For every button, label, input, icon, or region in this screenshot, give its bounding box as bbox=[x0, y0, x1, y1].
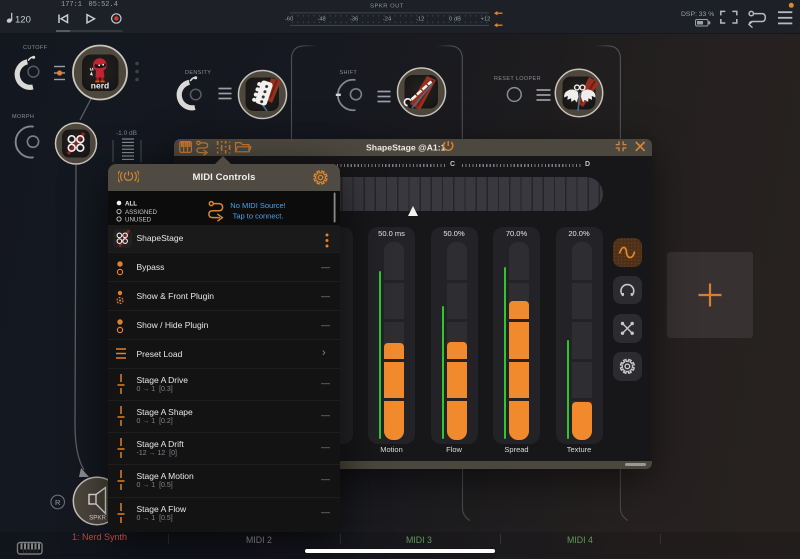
svg-text:Tap to connect.: Tap to connect. bbox=[233, 211, 284, 220]
svg-text:-36: -36 bbox=[350, 17, 358, 23]
svg-text:120: 120 bbox=[15, 15, 31, 26]
svg-text:-12: -12 bbox=[416, 17, 424, 23]
svg-text:SPKR OUT: SPKR OUT bbox=[370, 4, 404, 10]
svg-text:ASSIGNED: ASSIGNED bbox=[125, 209, 158, 216]
svg-text:No MIDI Source!: No MIDI Source! bbox=[230, 201, 285, 210]
svg-text:+12: +12 bbox=[481, 17, 491, 23]
svg-text:ShapeStage @A1:1: ShapeStage @A1:1 bbox=[366, 143, 446, 153]
svg-text:0 dB: 0 dB bbox=[449, 17, 461, 23]
svg-text:-48: -48 bbox=[317, 17, 325, 23]
svg-text:-24: -24 bbox=[383, 17, 392, 23]
svg-text:-60: -60 bbox=[285, 17, 293, 23]
svg-text:UNUSED: UNUSED bbox=[125, 216, 152, 223]
svg-text:ALL: ALL bbox=[125, 200, 137, 207]
svg-text:DSP: 33 %: DSP: 33 % bbox=[681, 11, 714, 18]
svg-text:SPKR: SPKR bbox=[89, 515, 106, 522]
svg-text:nerd: nerd bbox=[91, 80, 109, 90]
